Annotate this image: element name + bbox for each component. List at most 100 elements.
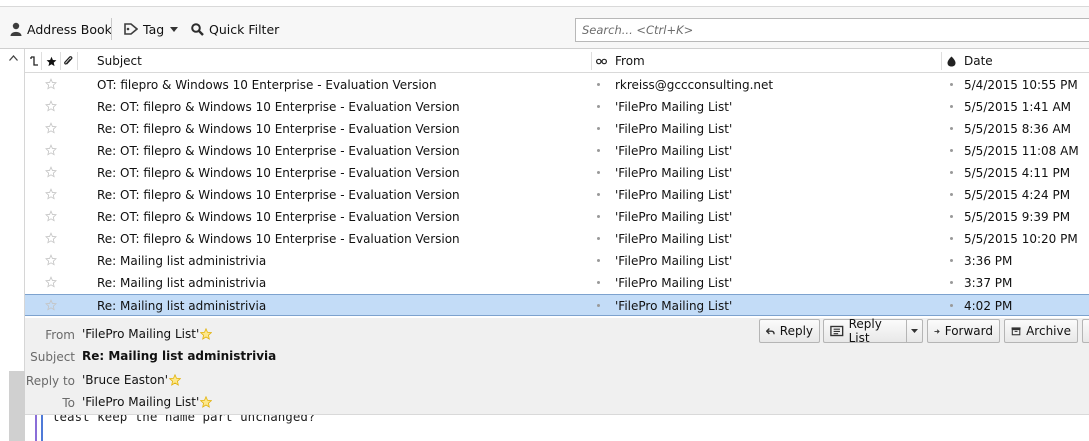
junk-status-dot[interactable]: [950, 83, 953, 86]
star-outline-icon[interactable]: [45, 276, 57, 288]
read-status-dot[interactable]: [597, 304, 600, 307]
junk-status-dot[interactable]: [950, 171, 953, 174]
reply-to-value[interactable]: 'Bruce Easton': [82, 373, 182, 387]
message-date: 3:36 PM: [964, 254, 1013, 268]
paperclip-icon: [64, 56, 73, 65]
subject-label: Subject: [30, 350, 75, 364]
message-date: 5/4/2015 10:55 PM: [964, 78, 1078, 92]
tag-button[interactable]: Tag: [124, 19, 179, 39]
star-outline-icon[interactable]: [45, 122, 57, 134]
quick-filter-label: Quick Filter: [209, 21, 280, 37]
message-date: 5/5/2015 8:36 AM: [964, 122, 1072, 136]
star-outline-icon[interactable]: [45, 188, 57, 200]
message-from: rkreiss@gccconsulting.net: [615, 78, 774, 92]
read-status-dot[interactable]: [597, 171, 600, 174]
reply-list-dropdown[interactable]: [906, 319, 923, 343]
junk-status-dot[interactable]: [950, 259, 953, 262]
read-status-dot[interactable]: [597, 259, 600, 262]
message-subject: Re: OT: filepro & Windows 10 Enterprise …: [97, 188, 460, 202]
message-from: 'FilePro Mailing List': [615, 100, 733, 114]
read-status-icon: [596, 58, 607, 64]
message-subject: Re: OT: filepro & Windows 10 Enterprise …: [97, 144, 460, 158]
message-from: 'FilePro Mailing List': [615, 166, 733, 180]
message-row[interactable]: Re: OT: filepro & Windows 10 Enterprise …: [25, 228, 1089, 250]
address-book-button[interactable]: Address Book: [10, 19, 112, 39]
star-gold-icon[interactable]: [200, 396, 213, 408]
to-label: To: [62, 396, 75, 410]
to-address[interactable]: 'FilePro Mailing List': [82, 395, 199, 409]
star-outline-icon[interactable]: [45, 299, 57, 311]
thread-column-header[interactable]: [30, 49, 39, 73]
message-row[interactable]: Re: OT: filepro & Windows 10 Enterprise …: [25, 184, 1089, 206]
archive-button[interactable]: Archive: [1004, 319, 1078, 343]
read-status-dot[interactable]: [597, 215, 600, 218]
read-status-dot[interactable]: [597, 105, 600, 108]
date-column-header[interactable]: Date: [947, 49, 993, 73]
message-date: 5/5/2015 9:39 PM: [964, 210, 1071, 224]
reply-list-button[interactable]: Reply List: [823, 317, 907, 345]
junk-status-dot[interactable]: [950, 149, 953, 152]
read-status-dot[interactable]: [597, 149, 600, 152]
message-row[interactable]: Re: Mailing list administrivia 'FilePro M…: [25, 272, 1089, 294]
star-outline-icon[interactable]: [45, 144, 57, 156]
star-outline-icon[interactable]: [45, 210, 57, 222]
star-outline-icon[interactable]: [45, 100, 57, 112]
scrollbar-thumb[interactable]: [9, 371, 25, 441]
star-gold-icon[interactable]: [169, 374, 182, 386]
message-header-pane: From 'FilePro Mailing List' Subject Re: …: [25, 317, 1089, 414]
star-outline-icon[interactable]: [45, 78, 57, 90]
more-button[interactable]: [1082, 319, 1089, 343]
attachment-column-header[interactable]: [63, 49, 73, 73]
message-date: 5/5/2015 11:08 AM: [964, 144, 1079, 158]
read-status-dot[interactable]: [597, 237, 600, 240]
search-box[interactable]: [575, 18, 1089, 42]
from-column-header[interactable]: From: [596, 49, 645, 73]
reply-button[interactable]: Reply: [759, 319, 820, 343]
column-divider: [591, 52, 592, 70]
from-address[interactable]: 'FilePro Mailing List': [82, 327, 199, 341]
message-body: least keep the name part unchanged?: [25, 414, 1089, 441]
search-input[interactable]: [576, 19, 1089, 41]
starred-column-header[interactable]: [46, 49, 57, 73]
subject-column-header[interactable]: Subject: [97, 49, 142, 73]
junk-status-dot[interactable]: [950, 193, 953, 196]
star-outline-icon[interactable]: [45, 232, 57, 244]
star-outline-icon[interactable]: [45, 166, 57, 178]
star-outline-icon[interactable]: [45, 254, 57, 266]
message-row[interactable]: Re: OT: filepro & Windows 10 Enterprise …: [25, 162, 1089, 184]
message-row[interactable]: Re: OT: filepro & Windows 10 Enterprise …: [25, 118, 1089, 140]
junk-status-dot[interactable]: [950, 237, 953, 240]
to-value[interactable]: 'FilePro Mailing List': [82, 395, 213, 409]
message-row[interactable]: Re: OT: filepro & Windows 10 Enterprise …: [25, 206, 1089, 228]
forward-button[interactable]: Forward: [927, 319, 1000, 343]
message-date: 3:37 PM: [964, 276, 1013, 290]
quick-filter-button[interactable]: Quick Filter: [191, 19, 279, 39]
junk-status-dot[interactable]: [950, 304, 953, 307]
read-status-dot[interactable]: [597, 127, 600, 130]
junk-status-dot[interactable]: [950, 127, 953, 130]
message-row[interactable]: Re: Mailing list administrivia 'FilePro M…: [25, 294, 1089, 316]
read-status-dot[interactable]: [597, 83, 600, 86]
read-status-dot[interactable]: [597, 281, 600, 284]
message-from: 'FilePro Mailing List': [615, 144, 733, 158]
column-divider: [60, 52, 61, 70]
star-gold-icon[interactable]: [200, 328, 213, 340]
junk-status-dot[interactable]: [950, 105, 953, 108]
from-value[interactable]: 'FilePro Mailing List': [82, 327, 213, 341]
thread-pane-header: Subject From Date: [25, 49, 1089, 73]
message-row[interactable]: Re: Mailing list administrivia 'FilePro M…: [25, 250, 1089, 272]
message-row[interactable]: Re: OT: filepro & Windows 10 Enterprise …: [25, 96, 1089, 118]
read-status-dot[interactable]: [597, 193, 600, 196]
star-filled-icon: [46, 56, 57, 66]
junk-status-dot[interactable]: [950, 281, 953, 284]
tag-label: Tag: [143, 21, 165, 37]
reply-to-address[interactable]: 'Bruce Easton': [82, 373, 168, 387]
message-row[interactable]: OT: filepro & Windows 10 Enterprise - Ev…: [25, 74, 1089, 96]
junk-status-dot[interactable]: [950, 215, 953, 218]
address-book-label: Address Book: [27, 21, 112, 37]
message-from: 'FilePro Mailing List': [615, 232, 733, 246]
scroll-up-arrow-icon[interactable]: [9, 55, 18, 61]
message-from: 'FilePro Mailing List': [615, 122, 733, 136]
message-subject: Re: Mailing list administrivia: [97, 276, 267, 290]
message-row[interactable]: Re: OT: filepro & Windows 10 Enterprise …: [25, 140, 1089, 162]
